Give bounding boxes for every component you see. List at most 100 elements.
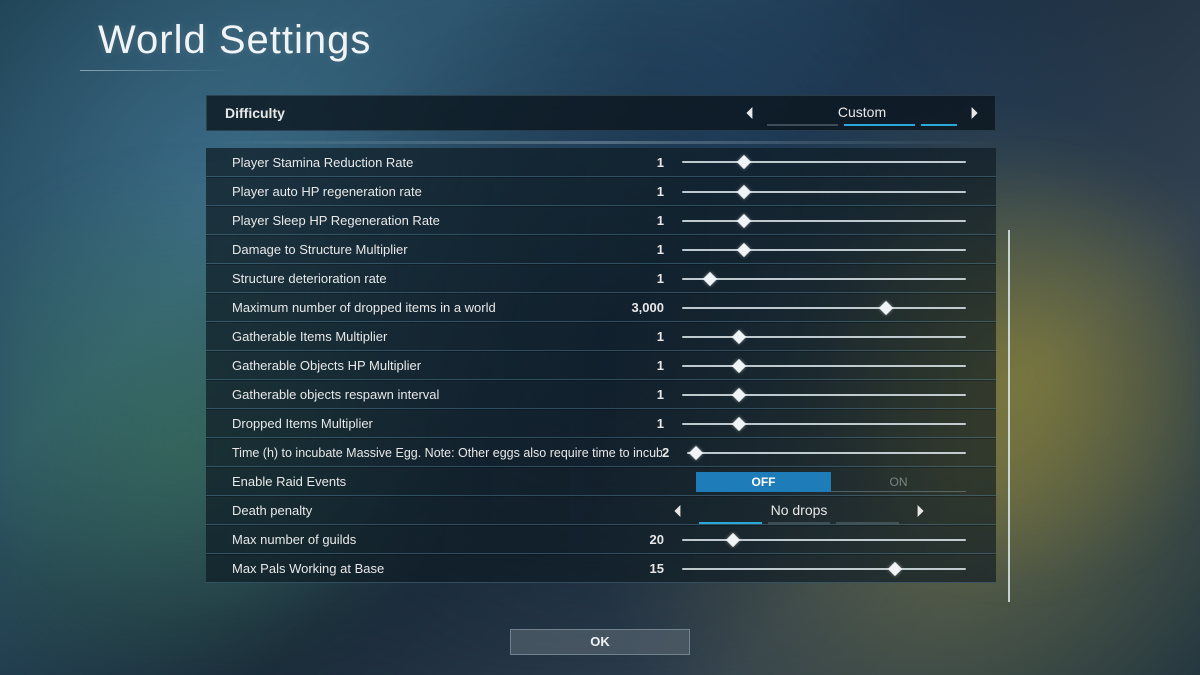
- setting-label: Player Stamina Reduction Rate: [232, 155, 622, 170]
- slider-control: [682, 568, 996, 570]
- slider[interactable]: [687, 452, 966, 454]
- setting-label: Player Sleep HP Regeneration Rate: [232, 213, 622, 228]
- setting-row: Structure deterioration rate1: [206, 264, 996, 293]
- slider-control: [682, 161, 996, 163]
- difficulty-row: Difficulty Custom: [206, 95, 996, 131]
- slider-thumb[interactable]: [726, 532, 740, 546]
- settings-list: Player Stamina Reduction Rate1Player aut…: [206, 148, 996, 583]
- slider-control: [682, 394, 996, 396]
- selector-value[interactable]: No drops: [699, 502, 899, 520]
- slider-thumb[interactable]: [879, 300, 893, 314]
- slider[interactable]: [682, 539, 966, 541]
- slider[interactable]: [682, 278, 966, 280]
- setting-label: Time (h) to incubate Massive Egg. Note: …: [232, 446, 662, 460]
- setting-label: Max number of guilds: [232, 532, 622, 547]
- slider-control: [682, 249, 996, 251]
- slider-control: [682, 191, 996, 193]
- setting-row: Player auto HP regeneration rate1: [206, 177, 996, 206]
- slider[interactable]: [682, 191, 966, 193]
- panel-divider: [206, 141, 996, 144]
- setting-row: Damage to Structure Multiplier1: [206, 235, 996, 264]
- setting-value: 3,000: [622, 300, 682, 315]
- toggle-off[interactable]: OFF: [696, 472, 831, 492]
- title-underline: [80, 70, 230, 71]
- setting-value: 1: [622, 242, 682, 257]
- slider-control: [682, 423, 996, 425]
- difficulty-selector: Custom: [645, 104, 981, 122]
- setting-value: 1: [622, 416, 682, 431]
- chevron-right-icon[interactable]: [913, 504, 927, 518]
- difficulty-value[interactable]: Custom: [767, 104, 957, 122]
- setting-label: Structure deterioration rate: [232, 271, 622, 286]
- setting-value: 1: [622, 184, 682, 199]
- setting-value: 1: [622, 387, 682, 402]
- setting-value: 15: [622, 561, 682, 576]
- setting-label: Max Pals Working at Base: [232, 561, 622, 576]
- slider[interactable]: [682, 394, 966, 396]
- setting-label: Death penalty: [232, 503, 622, 518]
- slider-control: [682, 336, 996, 338]
- ok-button[interactable]: OK: [510, 629, 690, 655]
- slider-control: [682, 307, 996, 309]
- slider-thumb[interactable]: [732, 358, 746, 372]
- chevron-left-icon[interactable]: [671, 504, 685, 518]
- slider-thumb[interactable]: [703, 271, 717, 285]
- setting-row: Max Pals Working at Base15: [206, 554, 996, 583]
- slider[interactable]: [682, 220, 966, 222]
- slider[interactable]: [682, 568, 966, 570]
- setting-label: Player auto HP regeneration rate: [232, 184, 622, 199]
- row-selector: No drops: [622, 502, 996, 520]
- slider-thumb[interactable]: [732, 387, 746, 401]
- slider-thumb[interactable]: [737, 155, 751, 169]
- slider[interactable]: [682, 336, 966, 338]
- toggle: OFFON: [696, 472, 966, 492]
- chevron-left-icon[interactable]: [743, 106, 757, 120]
- setting-value: 1: [622, 213, 682, 228]
- setting-value: 2: [662, 445, 687, 460]
- slider-control: [687, 452, 996, 454]
- slider[interactable]: [682, 249, 966, 251]
- setting-value: 1: [622, 155, 682, 170]
- slider[interactable]: [682, 307, 966, 309]
- setting-row: Gatherable Objects HP Multiplier1: [206, 351, 996, 380]
- setting-row: Gatherable Items Multiplier1: [206, 322, 996, 351]
- slider-thumb[interactable]: [732, 329, 746, 343]
- slider-control: [682, 278, 996, 280]
- setting-row: Dropped Items Multiplier1: [206, 409, 996, 438]
- difficulty-label: Difficulty: [225, 105, 645, 121]
- setting-row: Player Sleep HP Regeneration Rate1: [206, 206, 996, 235]
- scrollbar[interactable]: [1008, 230, 1010, 602]
- slider-thumb[interactable]: [737, 242, 751, 256]
- chevron-right-icon[interactable]: [967, 106, 981, 120]
- setting-row: Time (h) to incubate Massive Egg. Note: …: [206, 438, 996, 467]
- slider-thumb[interactable]: [689, 445, 703, 459]
- setting-value: 1: [622, 358, 682, 373]
- setting-label: Damage to Structure Multiplier: [232, 242, 622, 257]
- setting-value: 20: [622, 532, 682, 547]
- setting-row: Gatherable objects respawn interval1: [206, 380, 996, 409]
- setting-row: Enable Raid Events OFFON: [206, 467, 996, 496]
- toggle-on[interactable]: ON: [831, 472, 966, 492]
- slider[interactable]: [682, 365, 966, 367]
- setting-label: Gatherable Objects HP Multiplier: [232, 358, 622, 373]
- setting-value: 1: [622, 271, 682, 286]
- toggle-control: OFFON: [622, 472, 996, 492]
- setting-row: Player Stamina Reduction Rate1: [206, 148, 996, 177]
- setting-value: 1: [622, 329, 682, 344]
- slider[interactable]: [682, 161, 966, 163]
- slider-control: [682, 220, 996, 222]
- setting-label: Dropped Items Multiplier: [232, 416, 622, 431]
- slider-control: [682, 365, 996, 367]
- slider-thumb[interactable]: [888, 561, 902, 575]
- slider-thumb[interactable]: [737, 184, 751, 198]
- slider-thumb[interactable]: [737, 213, 751, 227]
- setting-label: Enable Raid Events: [232, 474, 622, 489]
- setting-label: Gatherable Items Multiplier: [232, 329, 622, 344]
- slider[interactable]: [682, 423, 966, 425]
- setting-row: Death penalty No drops: [206, 496, 996, 525]
- setting-label: Gatherable objects respawn interval: [232, 387, 622, 402]
- setting-row: Max number of guilds20: [206, 525, 996, 554]
- slider-thumb[interactable]: [732, 416, 746, 430]
- page-title: World Settings: [98, 18, 371, 63]
- settings-panel: Difficulty Custom Player Stamina Reducti…: [206, 95, 996, 583]
